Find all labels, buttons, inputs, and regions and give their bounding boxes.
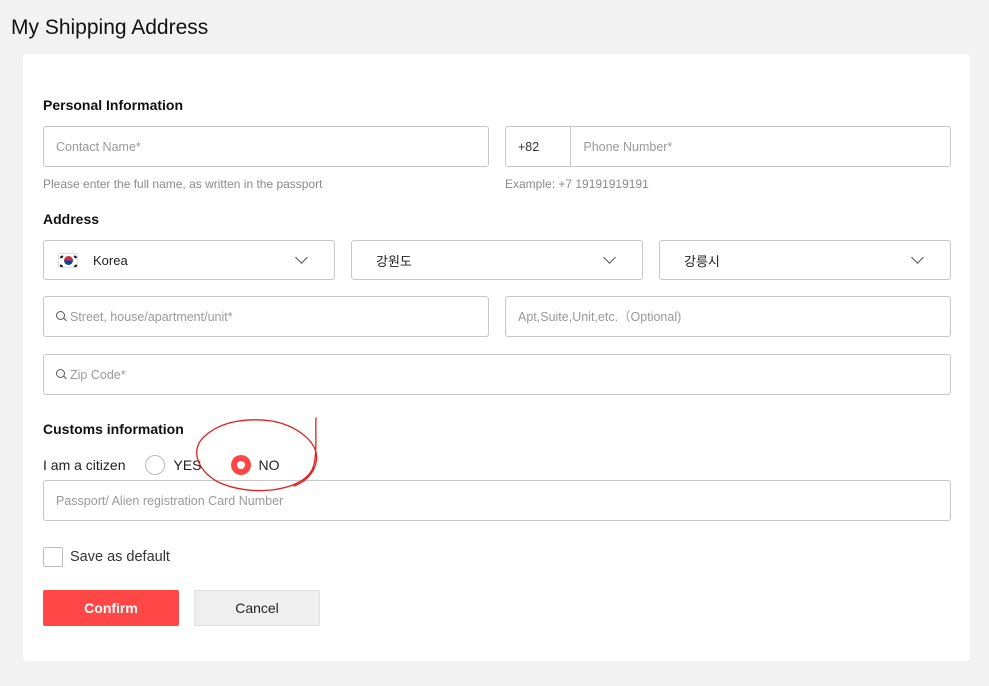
apt-field[interactable]: [505, 296, 951, 337]
cancel-button[interactable]: Cancel: [194, 590, 320, 626]
passport-input[interactable]: [44, 481, 950, 520]
province-select[interactable]: 강원도: [351, 240, 643, 280]
country-value: Korea: [93, 252, 128, 268]
zip-field[interactable]: [43, 354, 951, 395]
passport-field[interactable]: [43, 480, 951, 521]
search-icon: [56, 310, 68, 323]
citizen-yes-label[interactable]: YES: [173, 457, 201, 473]
citizen-radio-group: I am a citizen YES NO: [43, 455, 280, 475]
chevron-down-icon: [603, 251, 616, 264]
phone-country-code[interactable]: +82: [506, 127, 572, 166]
phone-field[interactable]: +82: [505, 126, 951, 167]
apt-input[interactable]: [506, 297, 950, 336]
confirm-button[interactable]: Confirm: [43, 590, 179, 626]
country-select[interactable]: Korea: [43, 240, 335, 280]
city-value: 강릉시: [684, 253, 720, 269]
save-default-label[interactable]: Save as default: [70, 549, 170, 565]
address-heading: Address: [43, 211, 100, 227]
phone-helper: Example: +7 19191919191: [505, 177, 649, 191]
contact-name-field[interactable]: [43, 126, 489, 167]
street-field[interactable]: [43, 296, 489, 337]
chevron-down-icon: [911, 251, 924, 264]
citizen-yes-radio[interactable]: [145, 455, 166, 475]
save-default-checkbox[interactable]: [43, 547, 63, 567]
contact-name-input[interactable]: [44, 127, 488, 166]
phone-number-input[interactable]: [571, 127, 950, 166]
citizen-label: I am a citizen: [43, 457, 126, 473]
page-title: My Shipping Address: [11, 16, 209, 39]
korea-flag-icon: [58, 252, 78, 268]
shipping-address-form: Personal Information Please enter the fu…: [23, 54, 970, 661]
city-select[interactable]: 강릉시: [659, 240, 951, 280]
citizen-no-label[interactable]: NO: [259, 457, 280, 473]
chevron-down-icon: [295, 251, 308, 264]
citizen-no-radio[interactable]: [230, 455, 251, 475]
province-value: 강원도: [376, 253, 412, 269]
personal-info-heading: Personal Information: [43, 97, 184, 113]
search-icon: [56, 368, 68, 381]
customs-heading: Customs information: [43, 421, 184, 437]
contact-name-helper: Please enter the full name, as written i…: [43, 177, 323, 191]
zip-input[interactable]: [68, 355, 950, 394]
street-input[interactable]: [68, 297, 488, 336]
